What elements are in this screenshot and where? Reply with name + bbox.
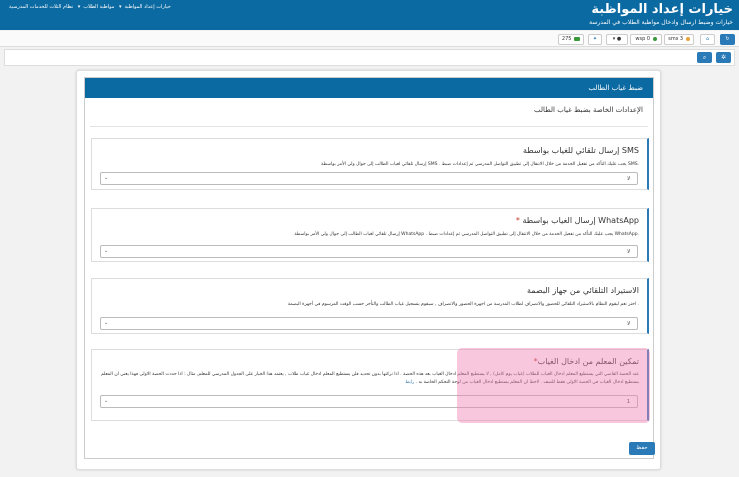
chevron-down-icon: ⌄: [104, 248, 109, 254]
sms-balance-count: 275: [561, 36, 572, 42]
home-icon[interactable]: ⌂: [700, 34, 715, 45]
sms-count-button[interactable]: sms 3: [664, 34, 694, 45]
chat-icon: [685, 36, 690, 41]
user-icon: ●: [616, 36, 622, 42]
whatsapp-setting: * إرسال الغياب بواسطة WhatsApp إرسال تلق…: [91, 208, 649, 262]
setting-description: اختر نعم ليقوم النظام بالاستيراد التلقائ…: [287, 302, 639, 307]
save-button[interactable]: حفظ: [629, 442, 655, 455]
user-menu-button[interactable]: ▾ ●: [606, 34, 628, 45]
page-subtitle: خيارات وضبط ارسال وادخال مواظبة الطلاب ف…: [589, 19, 733, 26]
setting-description: إرسال تلقائي لغياب الطالب إلى جوال ولي ا…: [294, 232, 639, 237]
search-icon[interactable]: ⌕: [697, 52, 712, 63]
setting-title: الاستيراد التلقائي من جهاز البصمة: [526, 286, 639, 295]
select-value: لا: [627, 249, 630, 255]
top-toolbar: 275 ✦ ▾ ● wsp 0 sms 3 ⌂ ↻: [0, 31, 739, 47]
sms-auto-setting: إرسال تلقائي للغياب بواسطة SMS إرسال تلق…: [91, 138, 649, 190]
sms-balance-button[interactable]: 275: [558, 34, 584, 45]
panel-heading: ضبط غياب الطالب: [85, 78, 653, 98]
fingerprint-import-select[interactable]: لا ⌄: [100, 317, 638, 330]
app-header: خيارات إعداد المواظبة خيارات وضبط ارسال …: [0, 0, 739, 30]
highlight-overlay: [457, 348, 650, 423]
refresh-icon[interactable]: ↻: [720, 34, 735, 45]
search-bar: ⌕ ✲: [4, 49, 735, 66]
breadcrumb: خيارات إعداد المواظبة▾ مواظبة الطلاب▾ نظ…: [9, 4, 171, 10]
chevron-down-icon: ⌄: [104, 175, 109, 181]
sms-auto-select[interactable]: لا ⌄: [100, 172, 638, 185]
breadcrumb-item-attendance-options[interactable]: خيارات إعداد المواظبة: [125, 4, 171, 10]
pin-icon[interactable]: ✦: [588, 34, 602, 45]
breadcrumb-item-student-attendance[interactable]: مواظبة الطلاب: [83, 4, 114, 10]
whatsapp-select[interactable]: لا ⌄: [100, 245, 638, 258]
setting-title: إرسال تلقائي للغياب بواسطة SMS: [523, 146, 639, 155]
whatsapp-balance-button[interactable]: wsp 0: [630, 34, 662, 45]
setting-title: * إرسال الغياب بواسطة WhatsApp: [515, 216, 639, 225]
whatsapp-balance-label: wsp 0: [635, 36, 651, 42]
chevron-down-icon: ⌄: [104, 398, 109, 404]
select-value: لا: [627, 176, 630, 182]
battery-icon: [574, 36, 581, 41]
help-link[interactable]: رابط: [405, 380, 414, 385]
breadcrumb-item-system[interactable]: نظام الثلاث للخدمات المدرسية: [9, 4, 73, 10]
settings-icon[interactable]: ✲: [716, 52, 731, 63]
setting-description: إرسال تلقائي لغياب الطالب إلى جوال ولي ا…: [321, 162, 639, 167]
page-title: خيارات إعداد المواظبة: [591, 2, 733, 17]
divider: [90, 126, 648, 127]
sms-count-label: sms 3: [668, 36, 684, 42]
fingerprint-import-setting: الاستيراد التلقائي من جهاز البصمة اختر ن…: [91, 278, 649, 334]
whatsapp-icon: [652, 36, 657, 41]
section-title: الإعدادات الخاصة بضبط غياب الطالب: [534, 106, 643, 114]
select-value: لا: [627, 321, 630, 327]
chevron-down-icon: ⌄: [104, 320, 109, 326]
